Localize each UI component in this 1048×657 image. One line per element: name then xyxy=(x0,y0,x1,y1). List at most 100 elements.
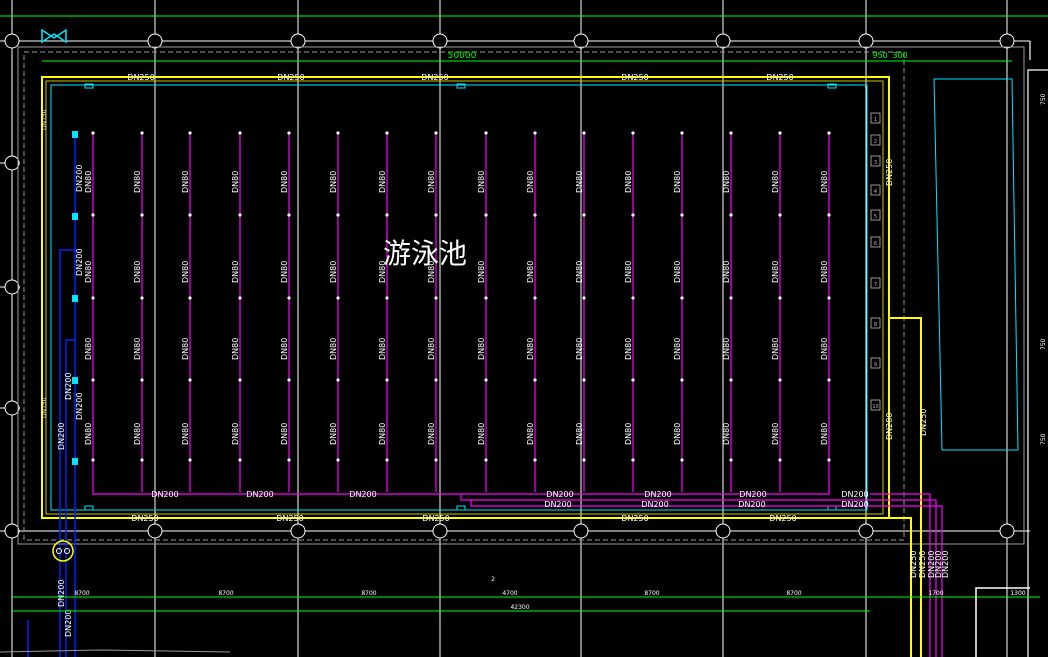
axis-bubble[interactable] xyxy=(4,33,20,49)
branch-label: DN80 xyxy=(477,171,486,193)
branch-label: DN80 xyxy=(181,338,190,360)
branch-label: DN80 xyxy=(329,423,338,445)
branch-label: DN80 xyxy=(280,423,289,445)
axis-bubble[interactable] xyxy=(999,33,1015,49)
axis-bubble[interactable] xyxy=(4,523,20,539)
collector-label: DN200 xyxy=(841,500,868,509)
branch-label: DN80 xyxy=(673,423,682,445)
nozzle-dot xyxy=(188,131,192,135)
valve-marker[interactable] xyxy=(72,295,78,302)
axis-bubble[interactable] xyxy=(573,33,589,49)
nozzle-dot xyxy=(238,131,242,135)
nozzle-dot xyxy=(827,296,831,300)
bottom-span-dim: 4700 xyxy=(502,590,517,597)
grid-marker-label: 10 xyxy=(872,404,878,410)
collector-label: DN200 xyxy=(644,490,671,499)
axis-bubble[interactable] xyxy=(858,33,874,49)
branch-label: DN80 xyxy=(133,338,142,360)
branch-label: DN80 xyxy=(673,338,682,360)
grid-marker-label: 5 xyxy=(874,214,877,220)
branch-label: DN80 xyxy=(526,338,535,360)
nozzle-dot xyxy=(582,213,586,217)
nozzle-dot xyxy=(729,378,733,382)
axis-bubble[interactable] xyxy=(858,523,874,539)
axis-bubble[interactable] xyxy=(290,33,306,49)
riser-label: DN200 xyxy=(64,373,73,400)
valve-marker[interactable] xyxy=(72,458,78,465)
bottom-span-dim: 8700 xyxy=(361,590,376,597)
grid-marker-label: 3 xyxy=(874,160,877,166)
nozzle-dot xyxy=(434,378,438,382)
axis-bubble[interactable] xyxy=(4,279,20,295)
branch-label: DN80 xyxy=(575,423,584,445)
valve-marker[interactable] xyxy=(72,131,78,138)
nozzle-dot xyxy=(631,458,635,462)
nozzle-dot xyxy=(238,296,242,300)
collector-label: DN200 xyxy=(739,490,766,499)
top-main-label: DN250 xyxy=(766,73,793,82)
valve-marker[interactable] xyxy=(72,213,78,220)
axis-bubble[interactable] xyxy=(432,523,448,539)
grid-marker-label: 8 xyxy=(874,322,877,328)
nozzle-dot xyxy=(140,213,144,217)
bottom-span-dim: 8700 xyxy=(786,590,801,597)
nozzle-dot xyxy=(91,131,95,135)
pool-title: 游泳池 xyxy=(383,237,467,270)
nozzle-dot xyxy=(778,458,782,462)
branch-label: DN80 xyxy=(575,261,584,283)
nozzle-dot xyxy=(582,378,586,382)
nozzle-dot xyxy=(484,213,488,217)
axis-bubble[interactable] xyxy=(715,33,731,49)
collector-label: DN200 xyxy=(544,500,571,509)
bottom-main-label: DN250 xyxy=(131,514,158,523)
nozzle-dot xyxy=(336,213,340,217)
bottom-main-label: DN250 xyxy=(422,514,449,523)
axis-bubble[interactable] xyxy=(4,155,20,171)
branch-label: DN80 xyxy=(673,171,682,193)
branch-label: DN80 xyxy=(378,338,387,360)
nozzle-dot xyxy=(778,213,782,217)
branch-label: DN80 xyxy=(771,171,780,193)
branch-label: DN80 xyxy=(477,423,486,445)
branch-label: DN80 xyxy=(280,261,289,283)
axis-bubble[interactable] xyxy=(290,523,306,539)
branch-label: DN80 xyxy=(624,423,633,445)
axis-bubble[interactable] xyxy=(432,33,448,49)
axis-bubble[interactable] xyxy=(999,523,1015,539)
branch-label: DN80 xyxy=(231,171,240,193)
branch-label: DN80 xyxy=(477,338,486,360)
nozzle-dot xyxy=(140,458,144,462)
nozzle-dot xyxy=(827,458,831,462)
nozzle-dot xyxy=(533,296,537,300)
nozzle-dot xyxy=(188,458,192,462)
cad-drawing-canvas[interactable]: 50000 950 300 DN250 DN250 DN250 DN250 DN… xyxy=(0,0,1048,657)
branch-label: DN80 xyxy=(771,423,780,445)
branch-label: DN80 xyxy=(280,171,289,193)
nozzle-dot xyxy=(631,213,635,217)
nozzle-dot xyxy=(434,131,438,135)
axis-bubble[interactable] xyxy=(4,400,20,416)
branch-label: DN80 xyxy=(624,338,633,360)
top-main-label: DN250 xyxy=(127,73,154,82)
nozzle-dot xyxy=(680,378,684,382)
grid-marker-label: 6 xyxy=(874,241,877,247)
axis-bubble[interactable] xyxy=(715,523,731,539)
branch-label: DN80 xyxy=(722,171,731,193)
axis-bubble[interactable] xyxy=(147,523,163,539)
nozzle-dot xyxy=(484,378,488,382)
bottom-right-dim: 1700 xyxy=(928,590,943,597)
nozzle-dot xyxy=(778,131,782,135)
collector-label: DN200 xyxy=(546,490,573,499)
nozzle-dot xyxy=(680,213,684,217)
branch-label: DN80 xyxy=(820,423,829,445)
axis-bubble[interactable] xyxy=(573,523,589,539)
nozzle-dot xyxy=(385,458,389,462)
nozzle-dot xyxy=(582,131,586,135)
axis-bubble[interactable] xyxy=(147,33,163,49)
branch-label: DN80 xyxy=(84,171,93,193)
nozzle-dot xyxy=(336,296,340,300)
nozzle-dot xyxy=(238,213,242,217)
branch-label: DN80 xyxy=(329,171,338,193)
top-main-label: DN250 xyxy=(421,73,448,82)
branch-label: DN80 xyxy=(84,261,93,283)
